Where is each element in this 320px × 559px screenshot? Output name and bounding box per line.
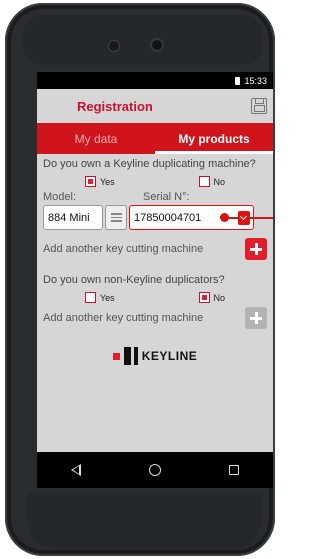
non-keyline-yes-label: Yes (99, 292, 115, 303)
add-other-label: Add another key cutting machine (43, 312, 204, 324)
android-nav-bar (37, 452, 273, 488)
pointer-dot-icon (220, 213, 229, 222)
menu-icon-line (110, 220, 122, 222)
save-icon[interactable] (251, 98, 267, 114)
machine-fields: 884 Mini 17850004701 (43, 205, 273, 230)
tab-bar: My data My products (37, 123, 273, 154)
menu-icon-line (110, 213, 122, 215)
app-screen: 15:33 Registration My data My products D… (37, 72, 273, 488)
keyline-yes-no: Yes No (43, 176, 267, 187)
pointer-line (229, 217, 273, 219)
non-keyline-yes-checkbox[interactable] (84, 292, 96, 303)
model-field[interactable]: 884 Mini (43, 205, 103, 230)
add-keyline-button[interactable] (245, 238, 267, 260)
serial-label: Serial N°: (143, 191, 190, 203)
non-keyline-question: Do you own non-Keyline duplicators? (43, 274, 225, 286)
serial-value: 17850004701 (134, 211, 202, 224)
serial-field[interactable]: 17850004701 (129, 205, 273, 230)
tab-my-data[interactable]: My data (37, 123, 155, 154)
non-keyline-no-option[interactable]: No (198, 292, 226, 303)
phone-bottom-bezel (27, 493, 262, 549)
logo-text: KEYLINE (141, 349, 198, 363)
menu-icon-line (110, 216, 122, 219)
keyline-question: Do you own a Keyline duplicating machine… (43, 158, 256, 170)
model-menu-button[interactable] (105, 205, 127, 230)
phone-frame: 15:33 Registration My data My products D… (5, 3, 275, 556)
status-time: 15:33 (244, 75, 267, 86)
scan-icon[interactable] (238, 211, 250, 225)
page-title: Registration (77, 98, 153, 114)
camera-icon (150, 38, 164, 52)
back-icon[interactable] (71, 464, 81, 476)
keyline-no-label: No (213, 176, 226, 187)
add-other-button[interactable] (245, 307, 267, 329)
app-bar: Registration (37, 89, 273, 123)
model-label: Model: (43, 191, 77, 203)
non-keyline-yes-no: Yes No (43, 292, 267, 303)
add-other-row: Add another key cutting machine (43, 307, 267, 329)
non-keyline-no-checkbox[interactable] (198, 292, 210, 303)
battery-icon (235, 76, 241, 85)
non-keyline-no-label: No (213, 292, 226, 303)
keyline-logo: KEYLINE (43, 347, 267, 365)
recent-apps-icon[interactable] (229, 465, 239, 475)
machine-field-labels: Model: Serial N°: (43, 191, 267, 203)
products-form: Do you own a Keyline duplicating machine… (37, 154, 273, 365)
add-keyline-row: Add another key cutting machine (43, 238, 267, 260)
status-bar: 15:33 (37, 72, 273, 89)
tab-my-products[interactable]: My products (155, 123, 273, 154)
home-icon[interactable] (149, 464, 161, 476)
speaker-icon (108, 40, 120, 52)
keyline-no-checkbox[interactable] (198, 176, 210, 187)
logo-k-icon (123, 347, 138, 365)
keyline-yes-option[interactable]: Yes (84, 176, 115, 187)
keyline-yes-label: Yes (99, 176, 115, 187)
keyline-no-option[interactable]: No (198, 176, 226, 187)
non-keyline-yes-option[interactable]: Yes (84, 292, 115, 303)
phone-top-bezel (23, 15, 263, 65)
add-keyline-label: Add another key cutting machine (43, 243, 204, 255)
keyline-yes-checkbox[interactable] (84, 176, 96, 187)
logo-square-icon (112, 352, 120, 360)
